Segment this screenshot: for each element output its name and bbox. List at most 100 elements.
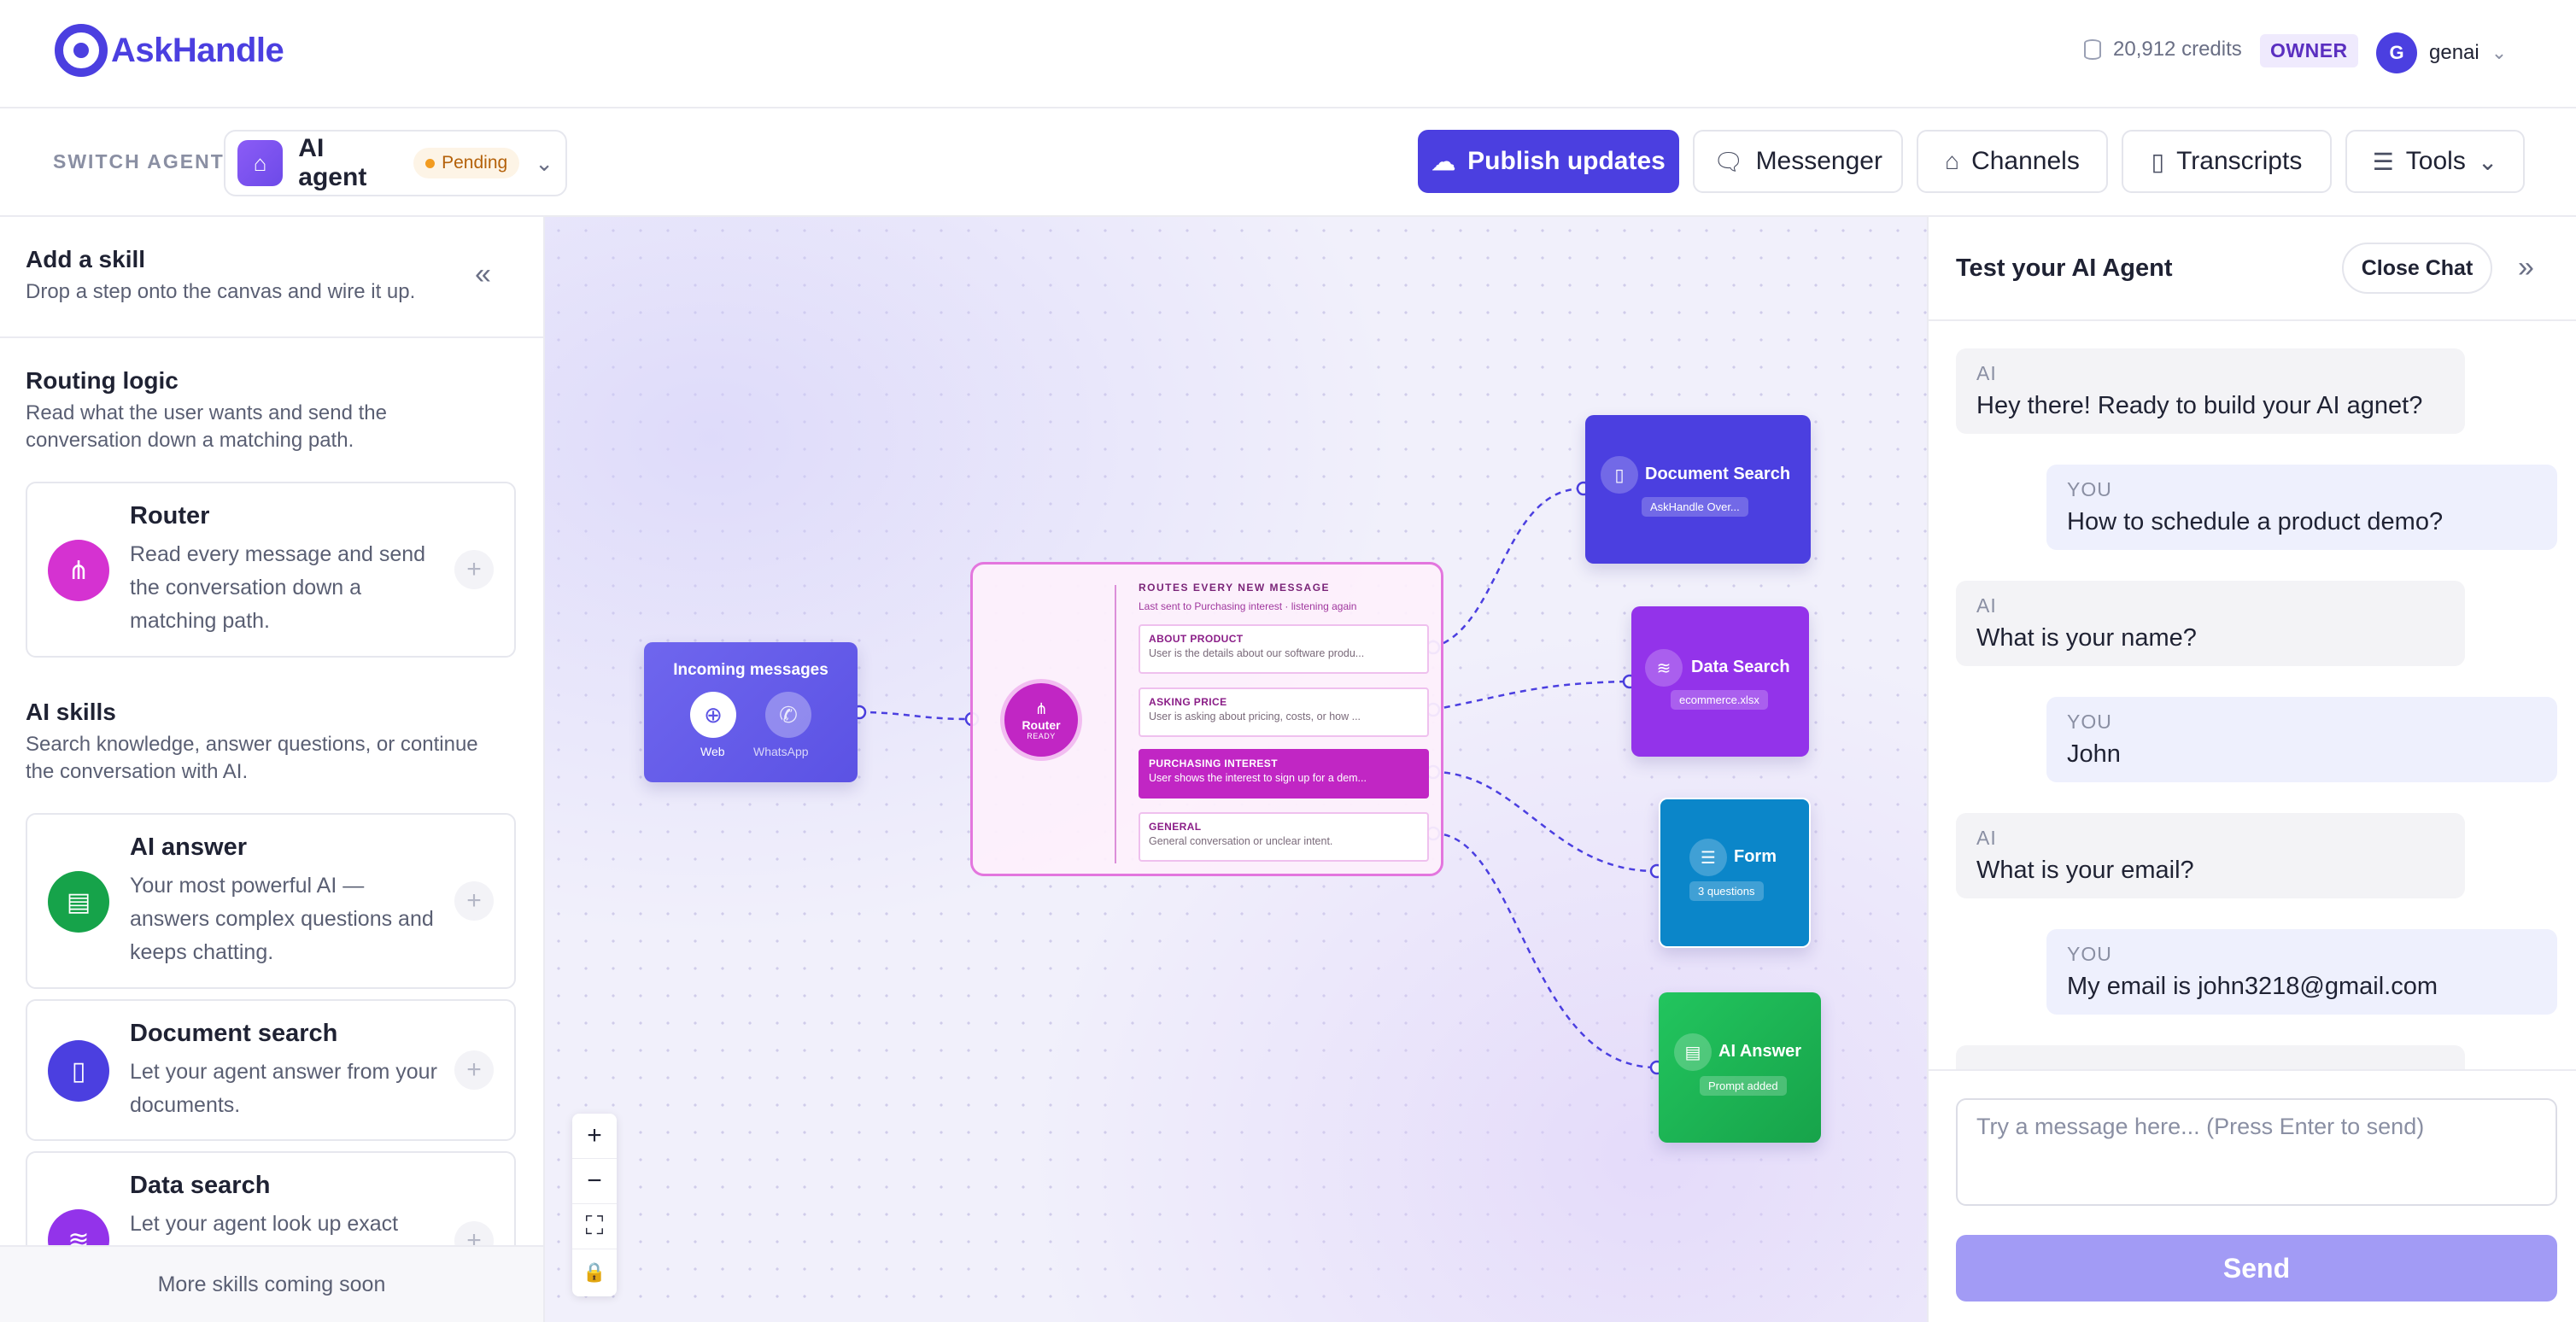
avatar: G bbox=[2376, 32, 2417, 73]
logo[interactable]: AskHandle bbox=[55, 24, 284, 77]
channels-label: Channels bbox=[1971, 147, 2080, 175]
message-ai: AI What is your name? bbox=[1956, 581, 2465, 666]
node-title: Form bbox=[1734, 847, 1777, 866]
agent-name: AI agent bbox=[298, 134, 367, 191]
channels-button[interactable]: ⌂ Channels bbox=[1917, 130, 2108, 193]
publish-updates-button[interactable]: ☁ Publish updates bbox=[1418, 130, 1679, 193]
tools-label: Tools bbox=[2405, 147, 2466, 175]
route-title: ABOUT PRODUCT bbox=[1149, 633, 1244, 645]
routing-title: Routing logic bbox=[26, 367, 179, 394]
ai-answer-node[interactable]: ▤ AI Answer Prompt added bbox=[1659, 992, 1821, 1143]
message-text: John bbox=[2067, 740, 2121, 768]
routes-header: ROUTES EVERY NEW MESSAGE bbox=[1139, 582, 1331, 594]
skill-title: Data search bbox=[130, 1172, 271, 1199]
route-desc: User shows the interest to sign up for a… bbox=[1149, 772, 1367, 784]
message-sender: AI bbox=[1976, 362, 1997, 384]
skill-title: Document search bbox=[130, 1020, 338, 1047]
message-text: What is your email? bbox=[1976, 857, 2194, 884]
add-skill-button[interactable]: + bbox=[454, 1050, 494, 1090]
user-menu[interactable]: G genai ⌄ bbox=[2376, 32, 2507, 73]
messenger-button[interactable]: 🗨 Messenger bbox=[1693, 130, 1903, 193]
router-hub[interactable]: ⋔ Router READY bbox=[1000, 679, 1082, 761]
brand-name: AskHandle bbox=[111, 31, 284, 69]
skill-desc: Let your agent look up exact bbox=[130, 1212, 399, 1236]
router-node[interactable]: ⋔ Router READY ROUTES EVERY NEW MESSAGE … bbox=[970, 562, 1443, 876]
chevron-down-icon: ⌄ bbox=[535, 149, 553, 176]
message-sender: YOU bbox=[2067, 478, 2112, 500]
zoom-controls: + − ⛶ 🔒 bbox=[572, 1114, 617, 1296]
skill-card-router[interactable]: ⋔ Router Read every message and send the… bbox=[26, 482, 516, 658]
route-general[interactable]: GENERAL General conversation or unclear … bbox=[1139, 812, 1429, 862]
message-sender: AI bbox=[1976, 827, 1997, 849]
flow-canvas[interactable]: Incoming messages ⊕ ✆ Web WhatsApp ⋔ Rou… bbox=[545, 217, 1927, 1322]
divider bbox=[0, 336, 543, 338]
node-badge: Prompt added bbox=[1700, 1076, 1787, 1096]
form-node[interactable]: ☰ Form 3 questions bbox=[1659, 798, 1811, 948]
robot-icon: ⌂ bbox=[237, 140, 284, 186]
routes-subheader: Last sent to Purchasing interest · liste… bbox=[1139, 600, 1357, 612]
skill-title: AI answer bbox=[130, 834, 247, 861]
data-search-node[interactable]: ≋ Data Search ecommerce.xlsx bbox=[1631, 606, 1809, 757]
chat-composer: Send bbox=[1929, 1069, 2576, 1322]
skill-desc: Your most powerful AI — answers complex … bbox=[130, 874, 434, 964]
message-list[interactable]: AI Hey there! Ready to build your AI agn… bbox=[1929, 321, 2576, 1069]
add-skill-button[interactable]: + bbox=[454, 550, 494, 589]
route-purchasing-interest[interactable]: PURCHASING INTEREST User shows the inter… bbox=[1139, 749, 1429, 798]
edge-general bbox=[1432, 832, 1656, 1069]
message-ai: AI What is your email? bbox=[1956, 813, 2465, 898]
skill-card-ai-answer[interactable]: ▤ AI answer Your most powerful AI — answ… bbox=[26, 813, 516, 989]
username: genai bbox=[2429, 41, 2479, 64]
agent-bar: SWITCH AGENT ⌂ AI agent Pending ⌄ ☁ Publ… bbox=[0, 109, 2576, 217]
route-desc: User is the details about our software p… bbox=[1149, 647, 1365, 659]
transcripts-label: Transcripts bbox=[2176, 147, 2303, 175]
share-icon: ⋔ bbox=[1034, 699, 1048, 717]
message-ai: AI Hey there! Ready to build your AI agn… bbox=[1956, 348, 2465, 434]
route-about-product[interactable]: ABOUT PRODUCT User is the details about … bbox=[1139, 624, 1429, 674]
collapse-left-icon[interactable]: « bbox=[475, 258, 491, 291]
route-asking-price[interactable]: ASKING PRICE User is asking about pricin… bbox=[1139, 687, 1429, 737]
message-text: What is your name? bbox=[1976, 624, 2197, 652]
zoom-out-button[interactable]: − bbox=[572, 1159, 617, 1204]
fit-view-button[interactable]: ⛶ bbox=[572, 1204, 617, 1249]
node-title: AI Answer bbox=[1718, 1042, 1802, 1061]
node-badge: AskHandle Over... bbox=[1642, 497, 1748, 517]
globe-icon[interactable]: ⊕ bbox=[690, 692, 736, 738]
messenger-label: Messenger bbox=[1755, 147, 1882, 175]
publish-label: Publish updates bbox=[1467, 147, 1666, 175]
add-skill-button[interactable]: + bbox=[454, 881, 494, 921]
node-title: Document Search bbox=[1645, 465, 1791, 483]
node-title: Data Search bbox=[1691, 658, 1790, 676]
node-badge: ecommerce.xlsx bbox=[1671, 690, 1768, 710]
transcripts-button[interactable]: ▯ Transcripts bbox=[2122, 130, 2332, 193]
message-input[interactable] bbox=[1956, 1098, 2557, 1206]
database-icon: ≋ bbox=[1645, 649, 1683, 687]
edge-purchasing-interest bbox=[1432, 770, 1656, 873]
switch-agent-label: SWITCH AGENT bbox=[53, 150, 225, 173]
credits-value: 20,912 credits bbox=[2113, 38, 2242, 61]
whatsapp-icon[interactable]: ✆ bbox=[765, 692, 811, 738]
ai-skills-desc: Search knowledge, answer questions, or c… bbox=[26, 733, 478, 783]
routing-desc: Read what the user wants and send the co… bbox=[26, 401, 387, 452]
send-button[interactable]: Send bbox=[1956, 1235, 2557, 1302]
chat-bubble-icon: 🗨 bbox=[1713, 148, 1744, 175]
agent-selector[interactable]: ⌂ AI agent Pending ⌄ bbox=[224, 130, 567, 196]
node-title: Incoming messages bbox=[673, 661, 828, 679]
briefcase-icon: ⌂ bbox=[1945, 148, 1960, 174]
top-bar: AskHandle 20,912 credits OWNER G genai ⌄ bbox=[0, 0, 2576, 108]
lock-button[interactable]: 🔒 bbox=[572, 1249, 617, 1295]
document-search-node[interactable]: ▯ Document Search AskHandle Over... bbox=[1585, 415, 1811, 564]
document-icon: ▯ bbox=[2151, 148, 2165, 175]
tools-button[interactable]: ☰ Tools ⌄ bbox=[2345, 130, 2525, 193]
zoom-in-button[interactable]: + bbox=[572, 1114, 617, 1159]
message-you: YOU John bbox=[2046, 697, 2557, 782]
message-ai-partial bbox=[1956, 1045, 2465, 1069]
route-line bbox=[1115, 585, 1116, 863]
edge-incoming-router bbox=[858, 711, 969, 721]
close-chat-button[interactable]: Close Chat bbox=[2342, 243, 2492, 294]
skill-card-document-search[interactable]: ▯ Document search Let your agent answer … bbox=[26, 999, 516, 1141]
incoming-messages-node[interactable]: Incoming messages ⊕ ✆ Web WhatsApp bbox=[644, 642, 858, 782]
channel-label-web: Web bbox=[700, 745, 725, 758]
expand-right-icon[interactable]: » bbox=[2518, 251, 2534, 284]
ai-skills-title: AI skills bbox=[26, 699, 116, 725]
message-sender: YOU bbox=[2067, 943, 2112, 965]
